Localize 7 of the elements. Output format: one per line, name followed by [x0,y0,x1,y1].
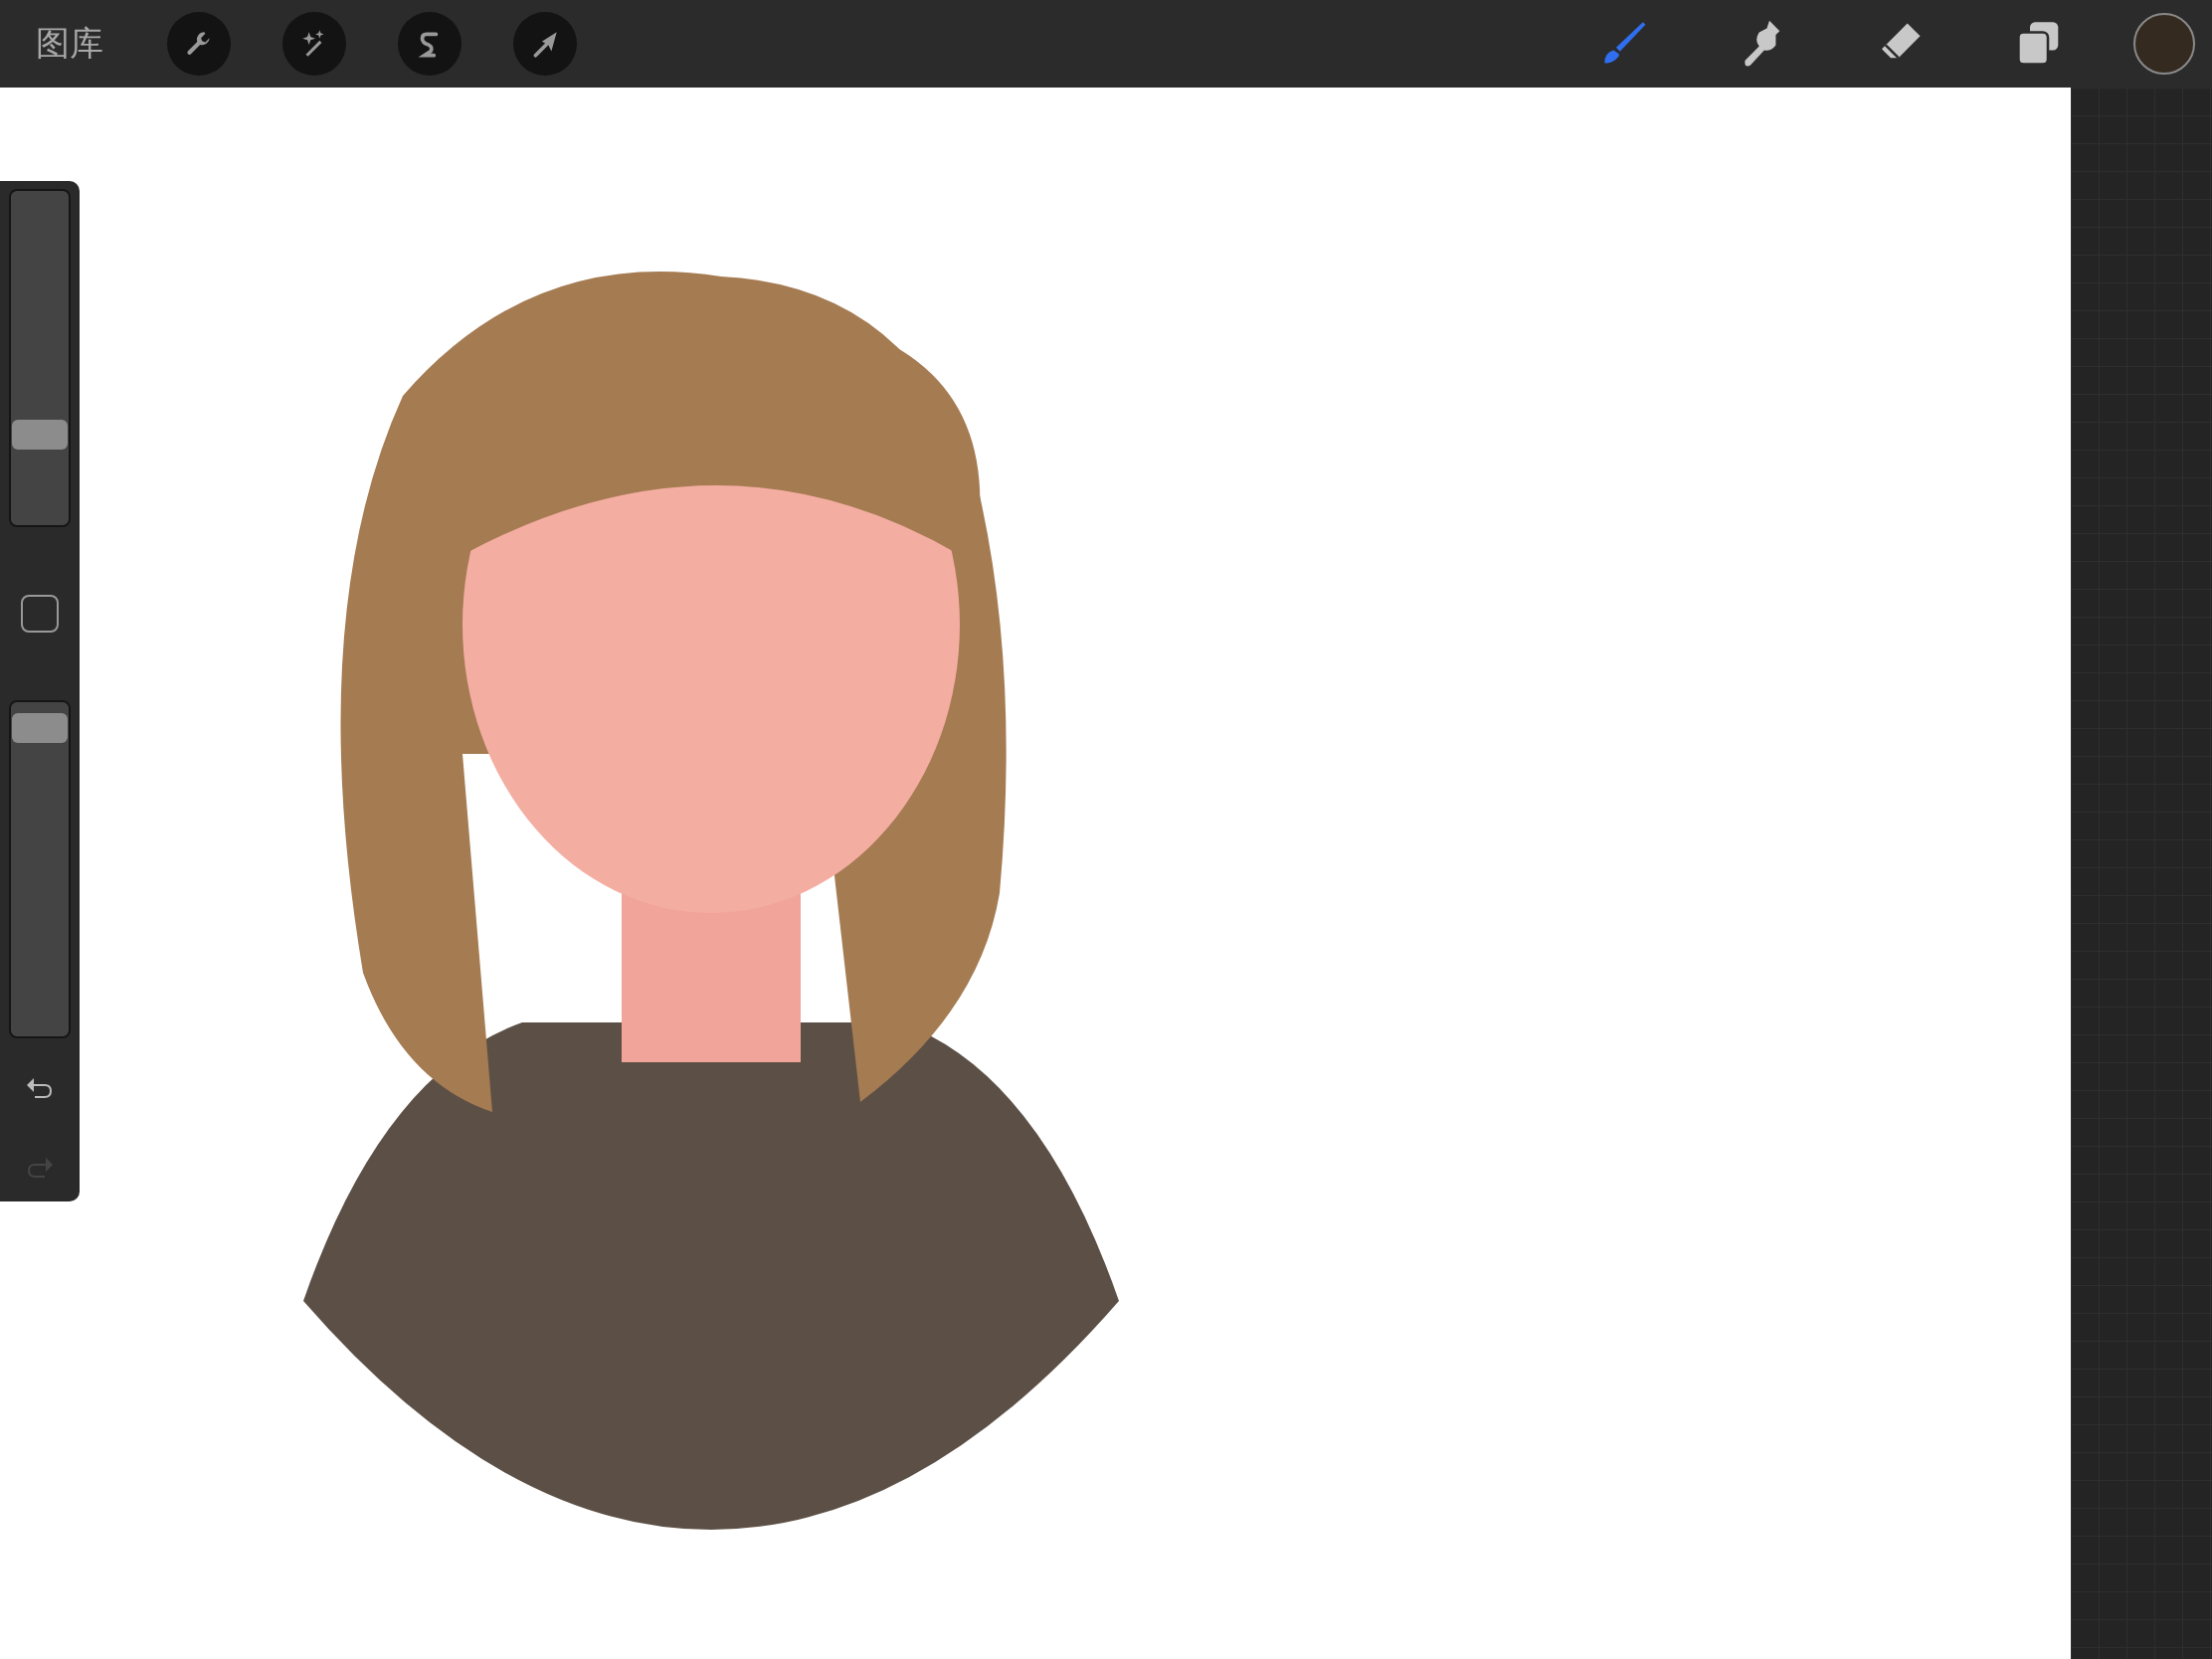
gallery-link[interactable]: 图库 [36,21,103,67]
slider-thumb[interactable] [12,713,68,744]
modify-button[interactable] [21,595,59,633]
undo-icon[interactable] [25,1076,55,1100]
slider-thumb[interactable] [12,420,68,450]
brush-size-slider[interactable] [9,189,71,527]
opacity-slider[interactable] [9,700,71,1038]
